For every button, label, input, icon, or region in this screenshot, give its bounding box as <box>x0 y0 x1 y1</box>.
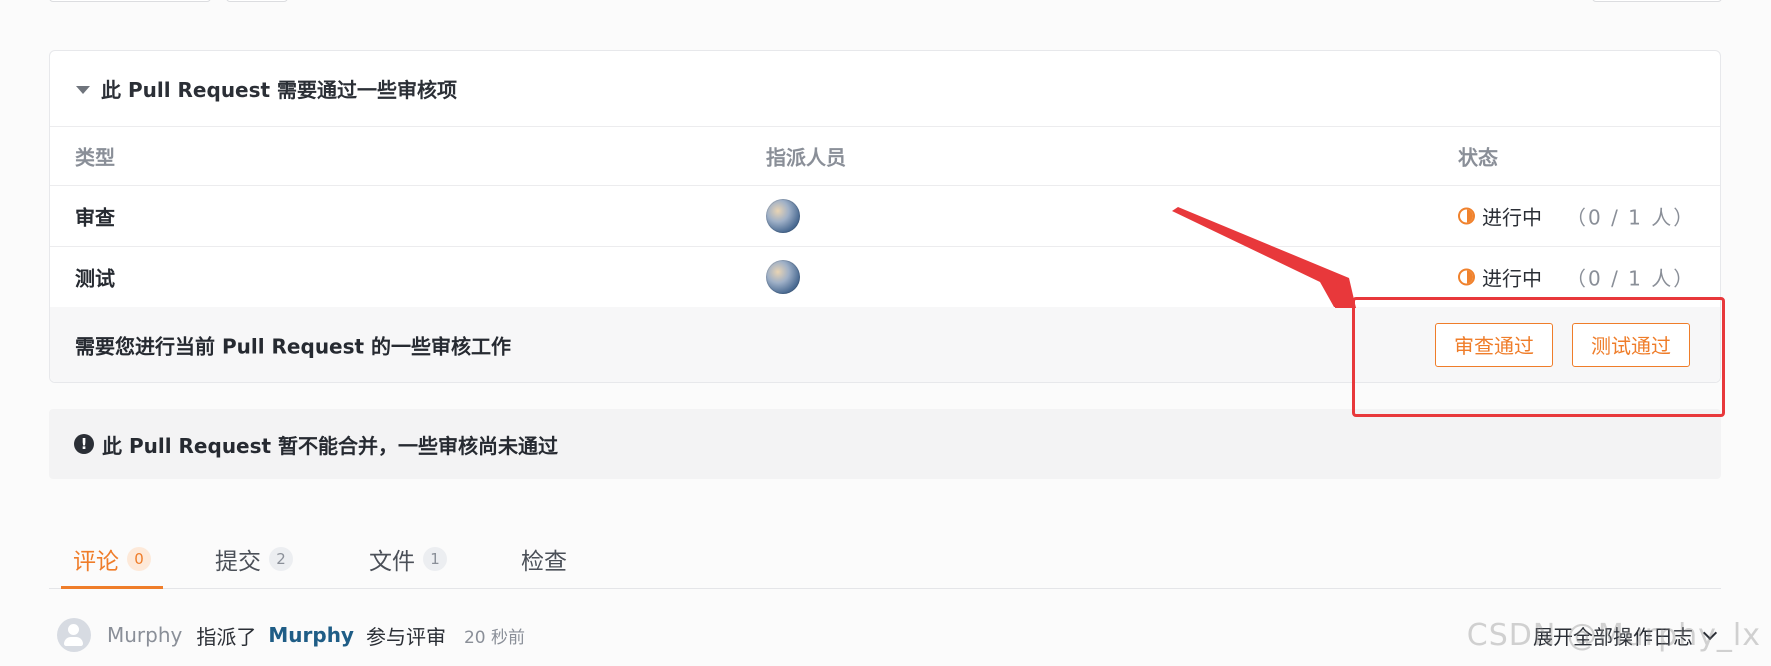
top-control[interactable] <box>226 0 288 2</box>
in-progress-icon <box>1458 207 1475 225</box>
review-pass-button[interactable]: 审查通过 <box>1435 322 1553 367</box>
review-type: 测试 <box>75 266 115 291</box>
pr-tabs: 评论 0 提交 2 文件 1 检查 <box>49 530 1721 589</box>
merge-notice-text: 此 Pull Request 暂不能合并，一些审核尚未通过 <box>102 433 559 458</box>
tab-comments[interactable]: 评论 0 <box>61 530 163 589</box>
top-control[interactable] <box>1592 0 1722 2</box>
avatar[interactable] <box>766 199 800 233</box>
status-cell: 进行中 （0 / 1 人） <box>1458 202 1695 231</box>
tab-label: 文件 <box>369 549 415 575</box>
tab-checks[interactable]: 检查 <box>521 530 567 588</box>
expand-log-button[interactable]: 展开全部操作日志 <box>1533 621 1718 650</box>
review-action-row: 需要您进行当前 Pull Request 的一些审核工作 审查通过 测试通过 <box>50 307 1720 382</box>
review-title: 此 Pull Request 需要通过一些审核项 <box>101 78 458 102</box>
caret-down-icon[interactable] <box>76 85 90 94</box>
top-strip <box>0 0 1771 8</box>
count-badge: 0 <box>127 547 151 571</box>
status-count: （0 / 1 人） <box>1566 205 1696 230</box>
activity-actor[interactable]: Murphy <box>107 623 182 647</box>
review-action-text: 需要您进行当前 Pull Request 的一些审核工作 <box>75 334 512 358</box>
tab-files[interactable]: 文件 1 <box>369 530 447 588</box>
count-badge: 2 <box>269 547 293 571</box>
activity-log-row: Murphy 指派了 Murphy 参与评审 20 秒前 展开全部操作日志 <box>57 617 1721 653</box>
avatar[interactable] <box>766 260 800 294</box>
tab-label: 评论 <box>73 549 119 575</box>
status-label: 进行中 <box>1482 205 1542 230</box>
tab-label: 检查 <box>521 549 567 575</box>
review-table-header: 类型 指派人员 状态 <box>50 127 1720 186</box>
review-panel: 此 Pull Request 需要通过一些审核项 类型 指派人员 状态 审查 进… <box>49 50 1721 383</box>
status-label: 进行中 <box>1482 266 1542 291</box>
merge-blocked-notice: ! 此 Pull Request 暂不能合并，一些审核尚未通过 <box>49 409 1721 479</box>
status-count: （0 / 1 人） <box>1566 266 1696 291</box>
column-type: 类型 <box>75 145 115 170</box>
table-row: 测试 进行中 （0 / 1 人） <box>50 247 1720 308</box>
expand-log-label: 展开全部操作日志 <box>1533 624 1693 649</box>
activity-time: 20 秒前 <box>463 627 526 648</box>
test-pass-button[interactable]: 测试通过 <box>1572 322 1690 367</box>
column-status: 状态 <box>1458 145 1498 170</box>
activity-target-link[interactable]: Murphy <box>268 623 354 647</box>
top-control[interactable] <box>49 0 211 2</box>
activity-verb: 指派了 <box>196 624 257 649</box>
user-avatar-icon[interactable] <box>57 618 91 652</box>
review-type: 审查 <box>75 205 115 230</box>
column-assignee: 指派人员 <box>766 145 846 170</box>
review-panel-header[interactable]: 此 Pull Request 需要通过一些审核项 <box>50 51 1720 127</box>
chevron-down-icon <box>1702 625 1718 640</box>
status-cell: 进行中 （0 / 1 人） <box>1458 263 1695 292</box>
table-row: 审查 进行中 （0 / 1 人） <box>50 186 1720 247</box>
activity-suffix: 参与评审 <box>365 624 446 649</box>
tab-label: 提交 <box>215 549 261 575</box>
tab-commits[interactable]: 提交 2 <box>215 530 293 588</box>
count-badge: 1 <box>423 547 447 571</box>
exclamation-circle-icon: ! <box>74 434 94 454</box>
in-progress-icon <box>1458 268 1475 286</box>
